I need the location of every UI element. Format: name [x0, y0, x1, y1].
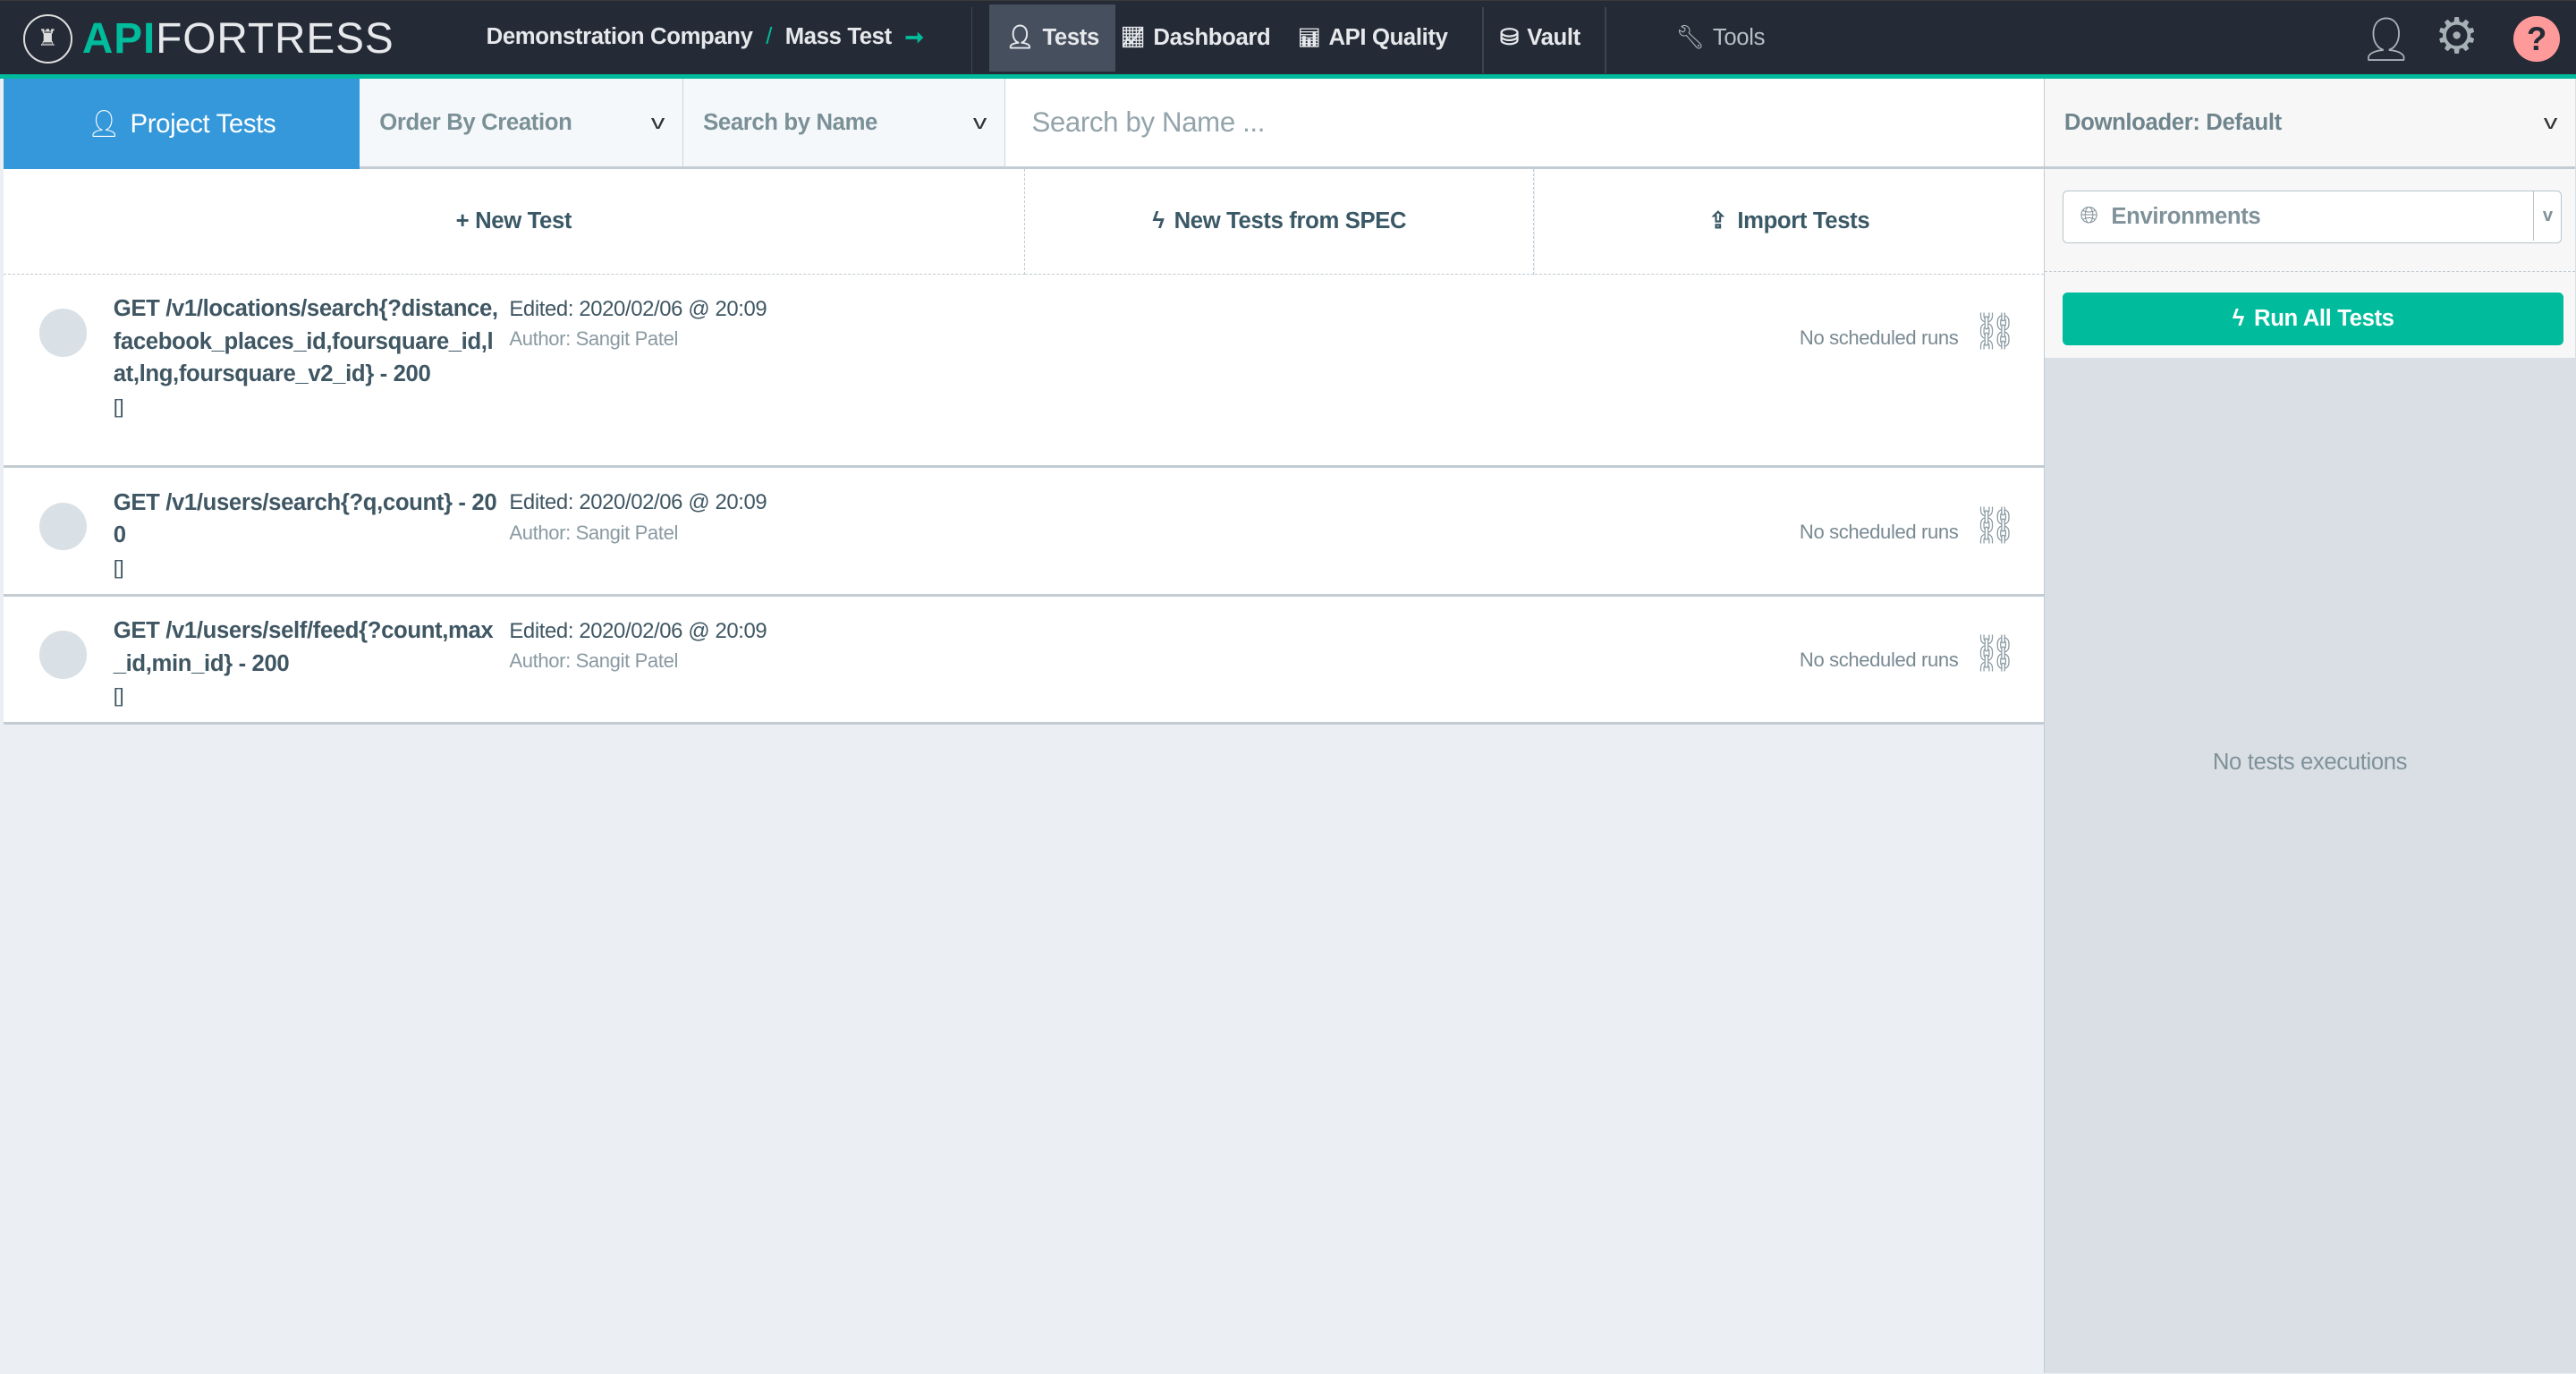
no-executions-message: No tests executions: [2212, 749, 2408, 775]
test-title-text: GET /v1/locations/search{?distance,faceb…: [113, 295, 498, 387]
user-icon[interactable]: 👤︎: [2360, 14, 2414, 64]
order-by-select[interactable]: Order By Creation v: [360, 79, 684, 170]
search-input[interactable]: Search by Name ...: [1005, 79, 2044, 170]
edited-date: Edited: 2020/02/06 @ 20:09: [509, 490, 767, 515]
schedule-status: No scheduled runs: [1799, 649, 1959, 672]
chart-line-icon: 📈︎: [1120, 26, 1146, 49]
breadcrumb-separator: /: [766, 24, 773, 50]
divider: [2044, 271, 2576, 272]
bar-chart-icon: 📊︎: [1298, 28, 1321, 48]
status-dot: [39, 309, 88, 357]
bolt-icon: ϟ: [1152, 208, 1165, 233]
run-all-label: Run All Tests: [2254, 305, 2394, 331]
test-title-text: GET /v1/users/self/feed{?count,max_id,mi…: [113, 617, 494, 676]
test-tags: []: [113, 395, 124, 419]
app: ♜ APIFORTRESS Demonstration Company / Ma…: [0, 0, 2576, 1374]
new-from-spec-label: New Tests from SPEC: [1174, 208, 1407, 233]
run-all-tests-button[interactable]: ϟ Run All Tests: [2063, 292, 2564, 345]
chevron-down-icon: v: [973, 111, 987, 134]
author: Author: Sangit Patel: [509, 649, 678, 672]
downloader-value: Downloader: Default: [2063, 109, 2282, 135]
search-by-select[interactable]: Search by Name v: [683, 79, 1006, 170]
tests-icon: 👤︎: [87, 108, 121, 139]
nav-label: API Quality: [1328, 24, 1448, 50]
logo[interactable]: ♜ APIFORTRESS: [22, 13, 394, 64]
chevron-down-icon: v: [2544, 111, 2558, 134]
test-meta: Edited: 2020/02/06 @ 20:09 Author: Sangit…: [509, 488, 767, 547]
test-title-text: GET /v1/users/search{?q,count} - 200: [113, 489, 497, 548]
test-row[interactable]: GET /v1/locations/search{?distance,faceb…: [3, 274, 2044, 469]
nav-label: Tests: [1042, 24, 1100, 50]
globe-icon: 🌐︎: [2080, 203, 2098, 229]
test-tags: []: [113, 556, 124, 580]
top-header: ♜ APIFORTRESS Demonstration Company / Ma…: [0, 0, 2576, 74]
test-title[interactable]: GET /v1/users/self/feed{?count,max_id,mi…: [114, 615, 501, 713]
logo-api: API: [81, 14, 157, 63]
nav-label: Vault: [1527, 24, 1580, 50]
divider: [1605, 7, 1607, 73]
test-meta: Edited: 2020/02/06 @ 20:09 Author: Sangit…: [509, 616, 767, 675]
status-dot: [39, 503, 88, 551]
nav-dashboard[interactable]: 📈︎ Dashboard: [1104, 4, 1286, 72]
edited-date: Edited: 2020/02/06 @ 20:09: [509, 618, 767, 643]
chevron-down-icon[interactable]: v: [2533, 191, 2561, 242]
downloader-select[interactable]: Downloader: Default v: [2044, 79, 2576, 170]
schedule-status: No scheduled runs: [1799, 327, 1959, 350]
tests-icon: 👤︎: [1005, 25, 1035, 51]
bolt-icon: ϟ: [2232, 305, 2245, 331]
project-tests-label: Project Tests: [130, 108, 276, 139]
unlink-icon[interactable]: ⛓: [1972, 632, 2018, 674]
nav-label: Tools: [1712, 24, 1766, 50]
environments-label: Environments: [2111, 203, 2261, 229]
wrench-icon: 🔧︎: [1675, 25, 1705, 51]
test-row[interactable]: GET /v1/users/search{?q,count} - 200 [] E…: [3, 468, 2044, 597]
project-tests-tab[interactable]: 👤︎ Project Tests: [3, 79, 360, 170]
search-by-value: Search by Name: [703, 109, 877, 135]
help-icon[interactable]: ?: [2513, 15, 2560, 62]
fortress-logo-icon: ♜: [22, 13, 72, 64]
edited-date: Edited: 2020/02/06 @ 20:09: [509, 296, 767, 321]
nav-vault[interactable]: ⛁ Vault: [1484, 4, 1597, 72]
author: Author: Sangit Patel: [509, 521, 678, 544]
unlink-icon[interactable]: ⛓: [1972, 310, 2018, 352]
upload-icon: ⇪: [1708, 208, 1728, 234]
gear-icon[interactable]: ⚙: [2435, 7, 2479, 64]
schedule-status: No scheduled runs: [1799, 521, 1959, 544]
database-icon: ⛁: [1499, 25, 1520, 51]
nav-tools[interactable]: 🔧︎ Tools: [1659, 4, 1781, 72]
new-test-label: + New Test: [455, 208, 572, 233]
test-meta: Edited: 2020/02/06 @ 20:09 Author: Sangit…: [509, 294, 767, 353]
divider: [970, 7, 973, 73]
logo-fortress: FORTRESS: [156, 14, 394, 63]
chevron-down-icon: v: [651, 111, 665, 134]
environments-select[interactable]: 🌐︎ Environments v: [2063, 191, 2563, 243]
test-title[interactable]: GET /v1/locations/search{?distance,faceb…: [114, 293, 501, 424]
status-dot: [39, 631, 88, 679]
new-tests-from-spec-button[interactable]: ϟ New Tests from SPEC: [1025, 169, 1535, 275]
breadcrumb-project[interactable]: Mass Test: [785, 24, 892, 50]
right-panel: Downloader: Default v 🌐︎ Environments v ϟ Ru…: [2043, 79, 2576, 1374]
right-panel-controls: Downloader: Default v 🌐︎ Environments v ϟ Ru…: [2044, 79, 2576, 359]
import-tests-button[interactable]: ⇪ Import Tests: [1534, 169, 2044, 275]
breadcrumb: Demonstration Company / Mass Test ➞: [487, 24, 924, 51]
import-label: Import Tests: [1737, 208, 1870, 233]
unlink-icon[interactable]: ⛓: [1972, 505, 2018, 547]
nav-label: Dashboard: [1153, 24, 1271, 50]
author: Author: Sangit Patel: [509, 327, 678, 350]
breadcrumb-company[interactable]: Demonstration Company: [487, 24, 753, 50]
nav-tests[interactable]: 👤︎ Tests: [988, 4, 1116, 72]
new-test-button[interactable]: + New Test: [3, 169, 1026, 275]
order-by-value: Order By Creation: [379, 109, 572, 135]
test-title[interactable]: GET /v1/users/search{?q,count} - 200 []: [114, 487, 501, 585]
arrow-right-icon[interactable]: ➞: [905, 24, 925, 51]
test-tags: []: [113, 684, 124, 708]
test-row[interactable]: GET /v1/users/self/feed{?count,max_id,mi…: [3, 596, 2044, 725]
nav-api-quality[interactable]: 📊︎ API Quality: [1282, 4, 1464, 72]
